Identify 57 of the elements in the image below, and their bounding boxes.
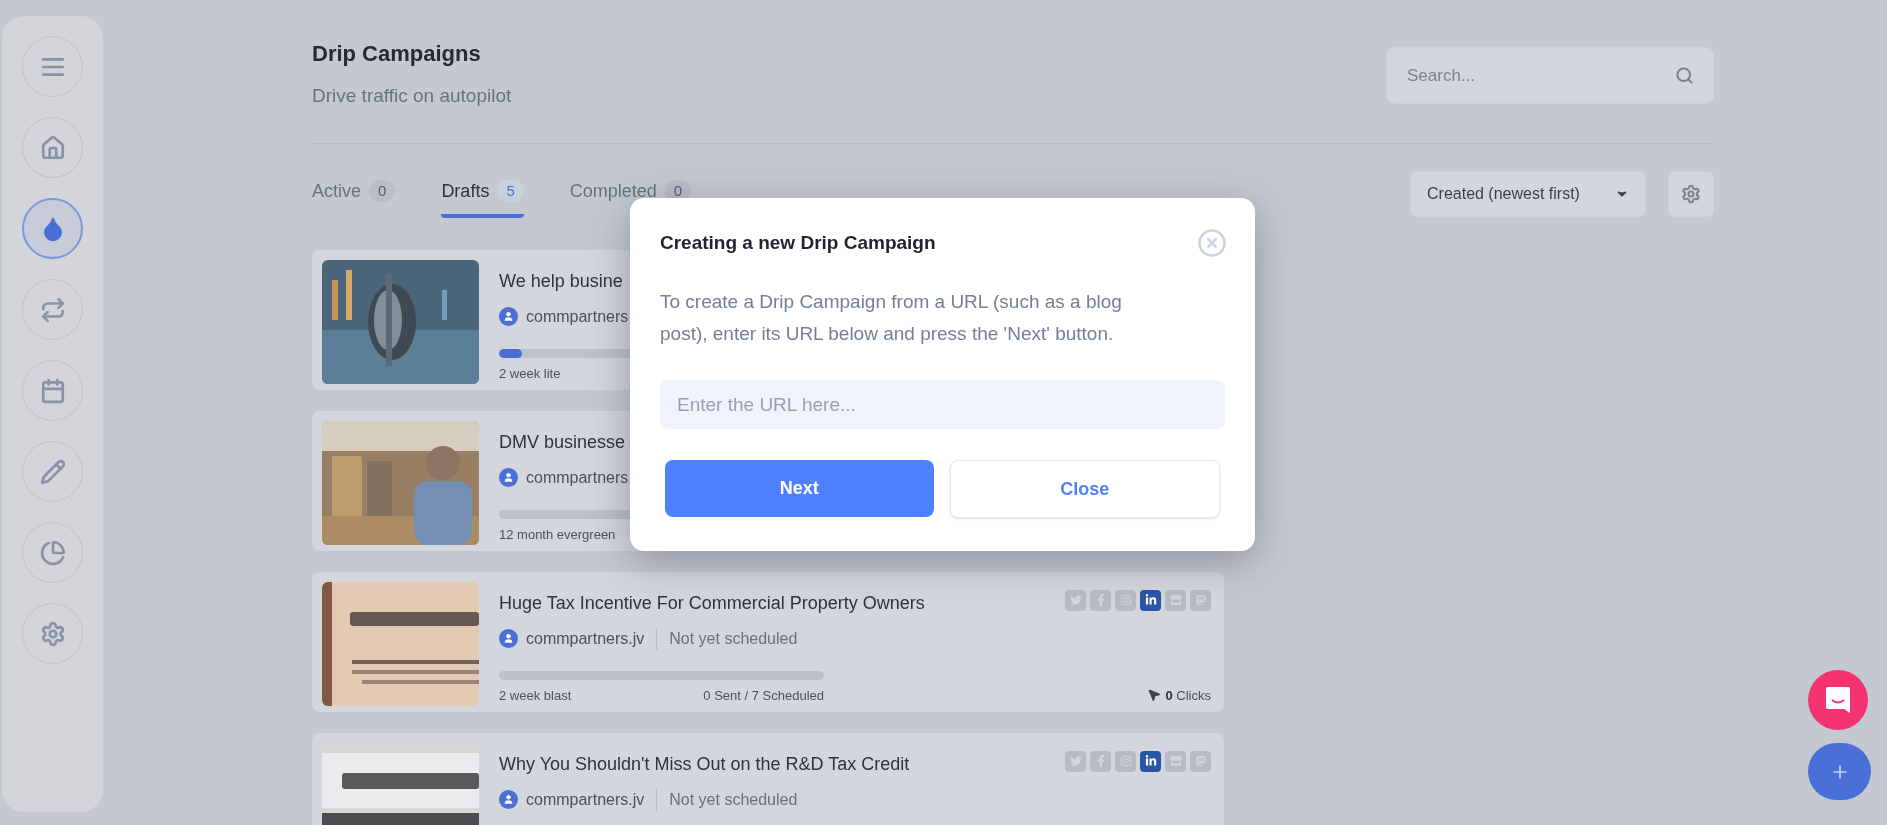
account-avatar-icon xyxy=(499,790,518,809)
account-name: commpartners xyxy=(526,467,629,488)
bird-icon[interactable] xyxy=(1065,750,1086,772)
sent-count: 0 Sent / 7 Scheduled xyxy=(703,686,824,705)
close-button[interactable]: Close xyxy=(949,460,1220,518)
campaign-title: Why You Shouldn't Miss Out on the R&D Tax Credit xyxy=(499,752,910,776)
sort-dropdown[interactable]: Created (newest first) xyxy=(1410,170,1646,217)
close-icon[interactable] xyxy=(1197,228,1227,258)
add-button[interactable] xyxy=(1808,743,1871,800)
settings-icon xyxy=(39,620,66,647)
account-avatar-icon xyxy=(499,307,518,326)
bird-icon[interactable] xyxy=(1065,589,1086,611)
count-badge: 5 xyxy=(497,179,524,203)
search-field[interactable]: Search... xyxy=(1386,47,1714,104)
dialog-message: To create a Drip Campaign from a URL (such as a blog post), enter its URL below and press the 'Next' button. xyxy=(660,290,1123,346)
home-icon xyxy=(39,134,66,161)
plan-name: 12 month evergreen xyxy=(499,525,616,544)
sidebar-item[interactable] xyxy=(22,198,83,259)
mastodon-icon[interactable] xyxy=(1190,589,1211,611)
campaign-title: We help busine xyxy=(499,269,623,293)
linkedin-icon[interactable] xyxy=(1140,750,1161,772)
schedule-status: Not yet scheduled xyxy=(669,789,798,810)
pencil-icon xyxy=(39,458,66,485)
facebook-icon[interactable] xyxy=(1090,589,1111,611)
account-name: commpartners xyxy=(526,306,629,327)
page-subtitle: Drive traffic on autopilot xyxy=(312,84,512,108)
facebook-icon[interactable] xyxy=(1090,750,1111,772)
tab[interactable]: Active 0 xyxy=(312,177,396,218)
account-name: commpartners.jv xyxy=(526,789,645,810)
page-title: Drip Campaigns xyxy=(312,40,482,68)
count-badge: 0 xyxy=(369,179,396,203)
account-name: commpartners.jv xyxy=(526,628,645,649)
campaign-title: DMV businesse xyxy=(499,430,626,454)
chat-icon xyxy=(1824,685,1852,715)
repeat-icon xyxy=(39,296,66,323)
pie-chart-icon xyxy=(39,539,66,566)
campaign-card[interactable]: Why You Shouldn't Miss Out on the R&D Tax Credit commpartners.jv Not yet scheduled xyxy=(312,732,1224,825)
next-button[interactable]: Next xyxy=(665,460,934,517)
clicks-count: 0 Clicks xyxy=(1165,686,1211,705)
calendar-icon xyxy=(39,377,66,404)
cursor-icon xyxy=(1147,688,1162,703)
dialog-title: Creating a new Drip Campaign xyxy=(660,230,936,255)
linkedin-icon[interactable] xyxy=(1140,589,1161,611)
campaign-card[interactable]: Huge Tax Incentive For Commercial Property Owners commpartners.jv Not yet scheduled 2 week blast 0 Sent / 7 Scheduled 0 Clicks xyxy=(312,571,1224,712)
url-field[interactable]: Enter the URL here... xyxy=(660,380,1225,429)
settings-icon xyxy=(1681,183,1701,204)
tab[interactable]: Drafts 5 xyxy=(441,177,524,218)
account-avatar-icon xyxy=(499,629,518,648)
mastodon-icon[interactable] xyxy=(1190,750,1211,772)
settings-button[interactable] xyxy=(1668,170,1714,217)
account-avatar-icon xyxy=(499,468,518,487)
chat-button[interactable] xyxy=(1808,670,1868,730)
schedule-status: Not yet scheduled xyxy=(669,628,798,649)
search-icon xyxy=(1675,66,1694,85)
campaign-title: Huge Tax Incentive For Commercial Property Owners xyxy=(499,591,925,615)
plan-name: 2 week lite xyxy=(499,364,561,383)
plan-name: 2 week blast xyxy=(499,686,572,705)
